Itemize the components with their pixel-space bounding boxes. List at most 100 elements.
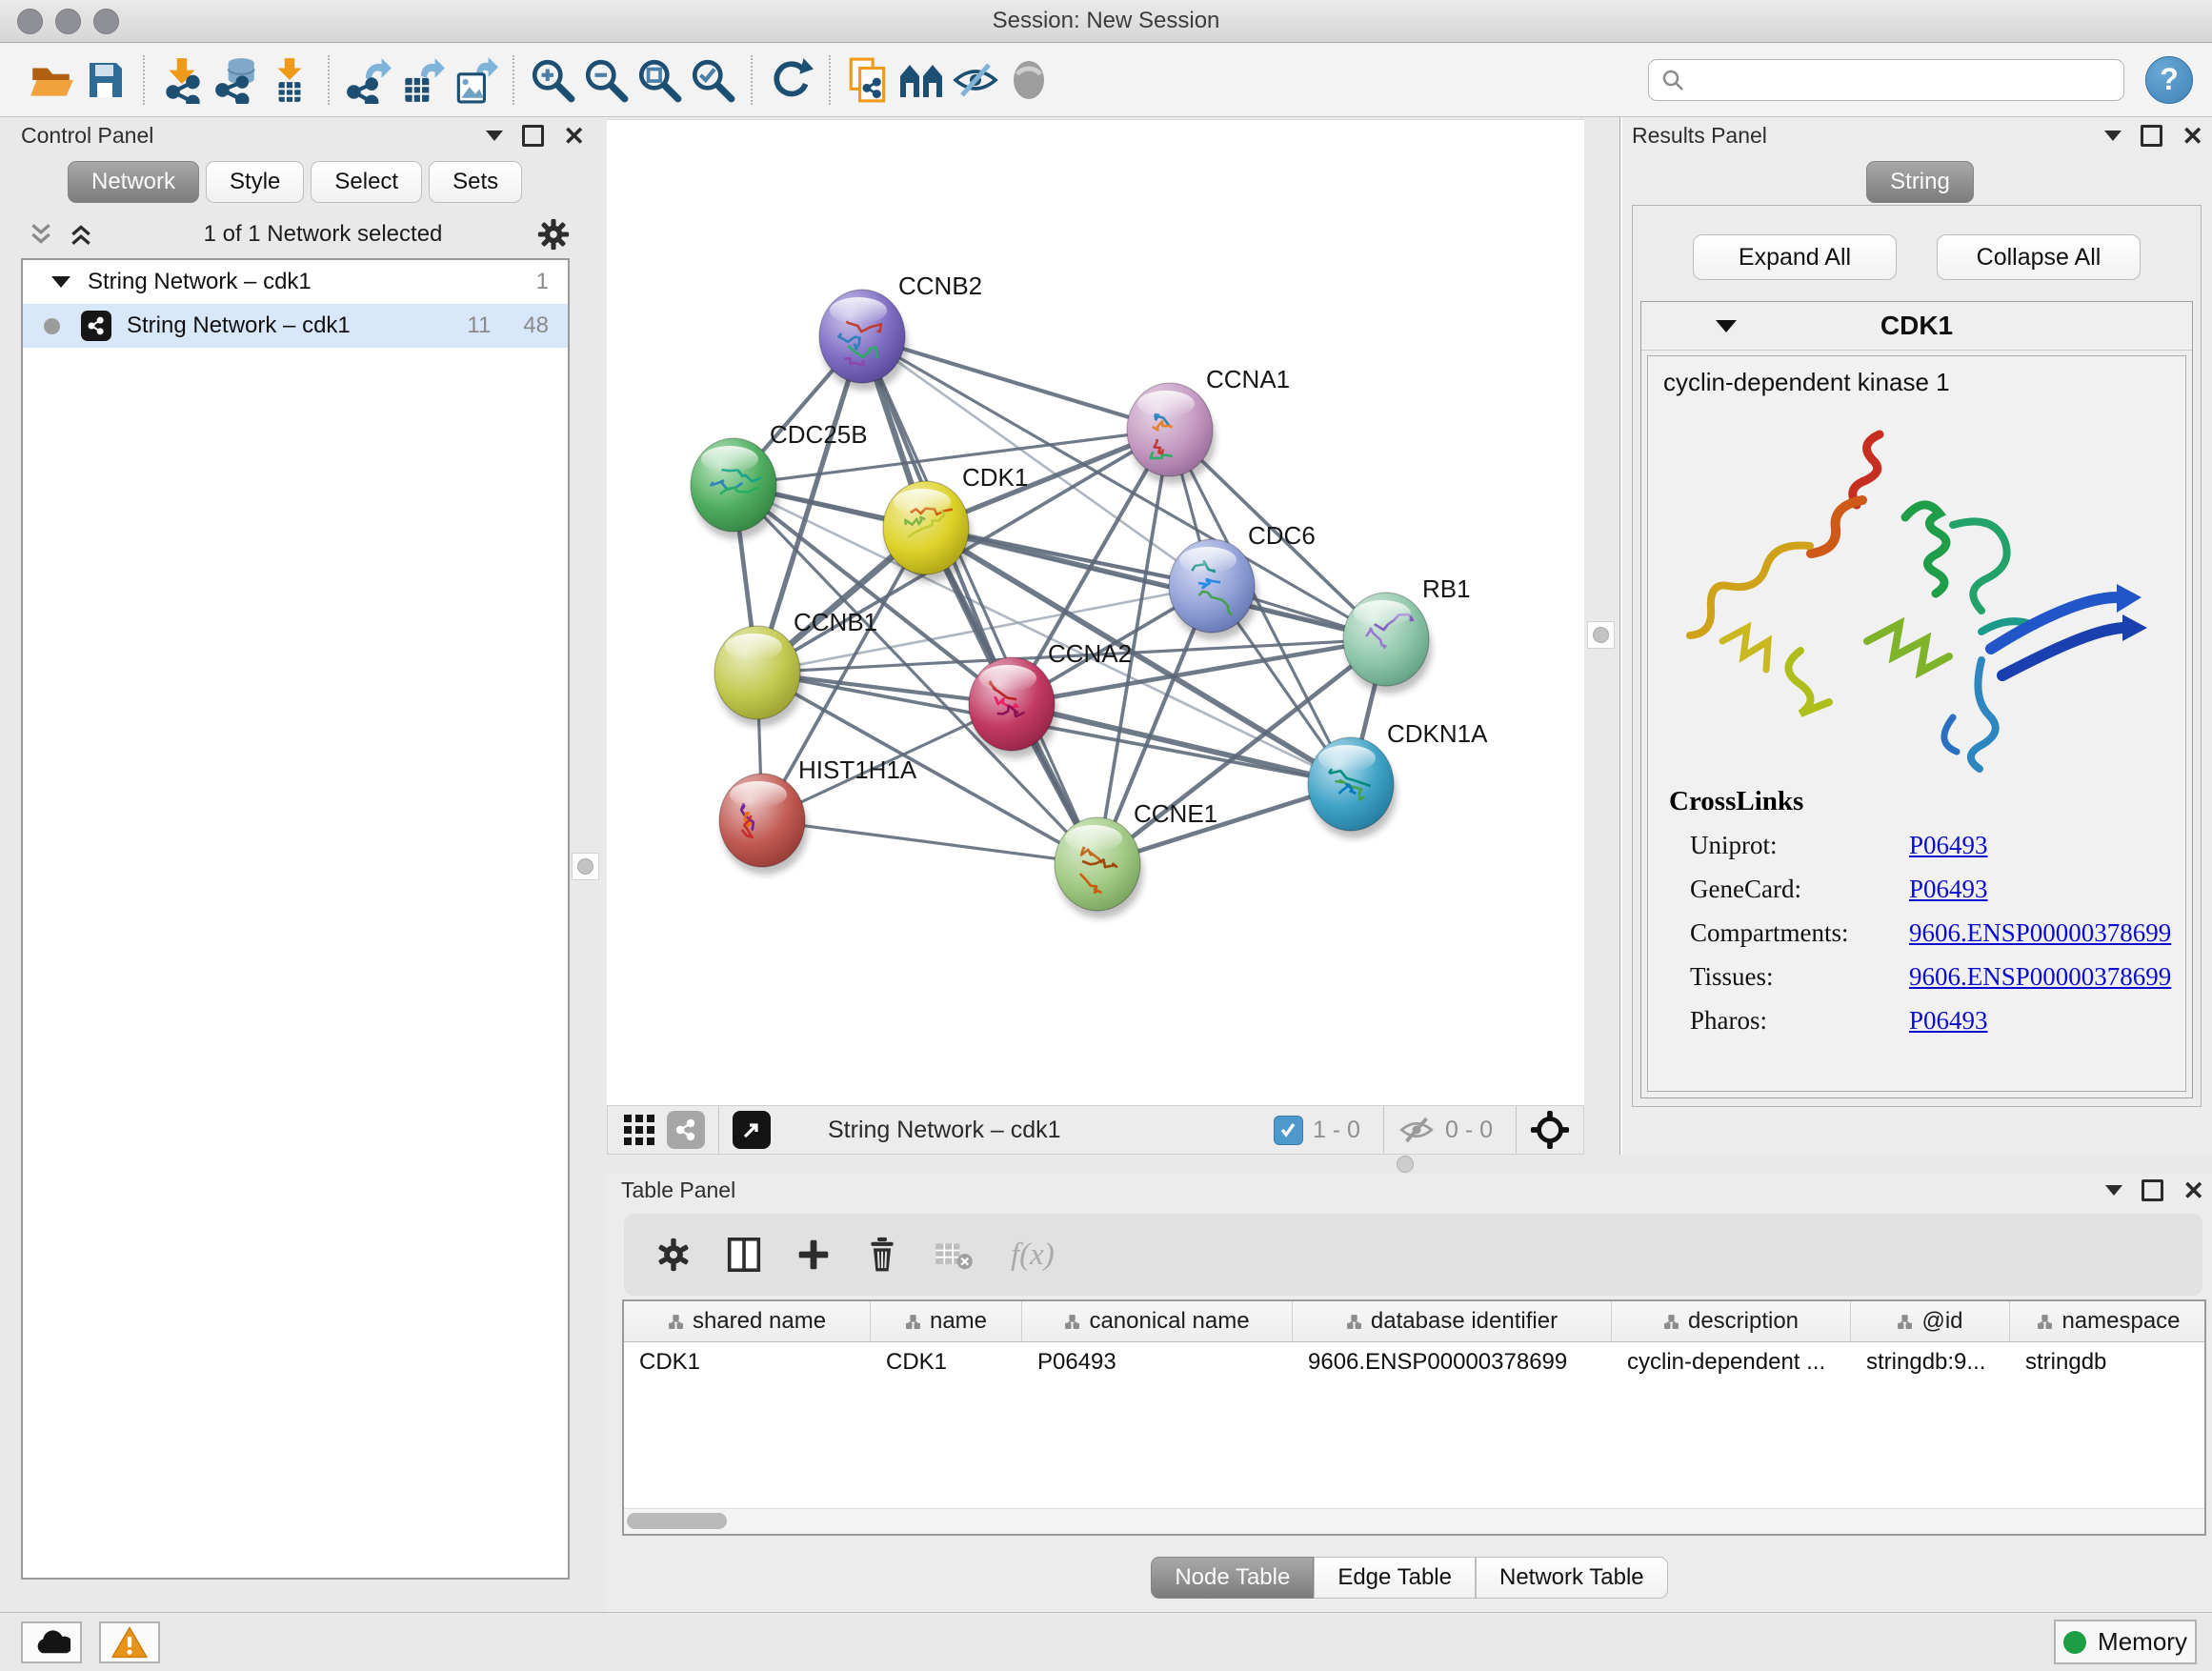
network-collection-row[interactable]: String Network – cdk1 1 xyxy=(23,260,568,304)
column-header--id[interactable]: @id xyxy=(1851,1301,2010,1341)
control-tab-style[interactable]: Style xyxy=(206,161,304,203)
scrollbar-thumb[interactable] xyxy=(627,1513,727,1529)
expand-all-networks-icon[interactable] xyxy=(29,222,53,247)
show-columns-icon[interactable] xyxy=(727,1236,761,1274)
add-column-icon[interactable] xyxy=(797,1238,830,1271)
panel-collapse-icon[interactable] xyxy=(2105,1185,2122,1196)
help-button[interactable]: ? xyxy=(2145,56,2193,104)
network-canvas[interactable]: CCNB2CCNA1CDC25BCDK1CDC6RB1CCNB1CCNA2CDK… xyxy=(607,119,1584,1106)
table-horizontal-scrollbar[interactable] xyxy=(624,1508,2204,1534)
crosslink-link[interactable]: P06493 xyxy=(1909,867,1988,911)
table-cell[interactable]: stringdb:9... xyxy=(1851,1342,2010,1382)
node-CCNE1[interactable]: CCNE1 xyxy=(1055,799,1217,918)
panel-float-icon[interactable] xyxy=(2142,1179,2163,1201)
detach-view-button[interactable] xyxy=(733,1111,771,1149)
column-header-namespace[interactable]: namespace xyxy=(2010,1301,2206,1341)
node-CDC6[interactable]: CDC6 xyxy=(1169,521,1316,640)
gear-icon[interactable] xyxy=(537,218,570,251)
gene-expand-icon[interactable] xyxy=(1716,320,1737,332)
new-network-from-selection-button[interactable] xyxy=(842,53,895,107)
tab-node-table[interactable]: Node Table xyxy=(1151,1557,1314,1599)
collection-expand-icon[interactable] xyxy=(51,276,70,288)
crosslink-link[interactable]: P06493 xyxy=(1909,998,1988,1042)
import-table-from-file-button[interactable] xyxy=(263,53,316,107)
edge-CCNB2-CCNE1[interactable] xyxy=(862,336,1097,864)
control-tab-sets[interactable]: Sets xyxy=(429,161,522,203)
save-session-button[interactable] xyxy=(78,53,131,107)
panel-float-icon[interactable] xyxy=(2141,125,2162,147)
node-CCNB2[interactable]: CCNB2 xyxy=(819,272,982,391)
show-all-button[interactable] xyxy=(1002,53,1056,107)
birds-eye-view-button[interactable] xyxy=(623,1114,655,1146)
network-overview-button[interactable] xyxy=(667,1111,705,1149)
hidden-eye-icon[interactable] xyxy=(1398,1113,1436,1147)
memory-button[interactable]: Memory xyxy=(2054,1620,2197,1664)
open-session-button[interactable] xyxy=(25,53,78,107)
import-network-from-database-button[interactable] xyxy=(210,53,263,107)
right-splitter-handle[interactable] xyxy=(1587,621,1615,649)
tab-network-table[interactable]: Network Table xyxy=(1476,1557,1668,1599)
collapse-all-button[interactable]: Collapse All xyxy=(1937,234,2141,280)
node-RB1[interactable]: RB1 xyxy=(1343,574,1471,694)
refresh-view-button[interactable] xyxy=(764,53,817,107)
export-image-button[interactable] xyxy=(448,53,501,107)
table-cell[interactable]: CDK1 xyxy=(871,1342,1022,1382)
first-neighbors-button[interactable] xyxy=(895,53,949,107)
export-table-button[interactable] xyxy=(394,53,448,107)
table-cell[interactable]: stringdb xyxy=(2010,1342,2206,1382)
warnings-button[interactable] xyxy=(99,1621,160,1663)
crosslink-link[interactable]: 9606.ENSP00000378699 xyxy=(1909,911,2171,955)
tab-edge-table[interactable]: Edge Table xyxy=(1314,1557,1476,1599)
control-tab-network[interactable]: Network xyxy=(68,161,199,203)
node-HIST1H1A[interactable]: HIST1H1A xyxy=(719,755,917,875)
panel-collapse-icon[interactable] xyxy=(486,131,503,141)
center-view-button[interactable] xyxy=(1530,1110,1570,1150)
panel-close-icon[interactable]: ✕ xyxy=(563,127,585,146)
column-header-name[interactable]: name xyxy=(871,1301,1022,1341)
collapse-all-networks-icon[interactable] xyxy=(69,222,93,247)
panel-collapse-icon[interactable] xyxy=(2104,131,2122,141)
table-cell[interactable]: P06493 xyxy=(1022,1342,1293,1382)
search-field[interactable] xyxy=(1648,59,2124,101)
hide-selected-button[interactable] xyxy=(949,53,1002,107)
splitter-handle[interactable] xyxy=(1397,1156,1414,1173)
export-network-button[interactable] xyxy=(341,53,394,107)
table-cell[interactable]: 9606.ENSP00000378699 xyxy=(1293,1342,1612,1382)
crosslink-link[interactable]: P06493 xyxy=(1909,823,1988,867)
edge-CDK1-RB1[interactable] xyxy=(926,528,1386,639)
network-graph[interactable]: CCNB2CCNA1CDC25BCDK1CDC6RB1CCNB1CCNA2CDK… xyxy=(607,120,1584,1106)
table-row[interactable]: CDK1CDK1P064939606.ENSP00000378699cyclin… xyxy=(624,1342,2204,1382)
horizontal-splitter[interactable] xyxy=(598,1155,2212,1174)
zoom-in-button[interactable] xyxy=(526,53,579,107)
zoom-selected-button[interactable] xyxy=(686,53,739,107)
edge-CCNB2-CCNA1[interactable] xyxy=(862,336,1170,430)
zoom-out-button[interactable] xyxy=(579,53,633,107)
control-tab-select[interactable]: Select xyxy=(311,161,422,203)
column-header-canonical-name[interactable]: canonical name xyxy=(1022,1301,1293,1341)
node-CDK1[interactable]: CDK1 xyxy=(883,463,1028,582)
zoom-fit-button[interactable] xyxy=(633,53,686,107)
search-input[interactable] xyxy=(1693,66,2112,94)
node-CDKN1A[interactable]: CDKN1A xyxy=(1308,719,1488,838)
panel-close-icon[interactable]: ✕ xyxy=(2182,1181,2204,1200)
column-header-database-identifier[interactable]: database identifier xyxy=(1293,1301,1612,1341)
delete-column-icon[interactable] xyxy=(866,1237,898,1273)
left-splitter-handle[interactable] xyxy=(572,853,599,880)
column-header-description[interactable]: description xyxy=(1612,1301,1851,1341)
table-cell[interactable]: CDK1 xyxy=(624,1342,871,1382)
network-row-selected[interactable]: String Network – cdk1 11 48 xyxy=(23,304,568,348)
tab-string[interactable]: String xyxy=(1866,161,1974,203)
crosslink-link[interactable]: 9606.ENSP00000378699 xyxy=(1909,955,2171,998)
import-network-from-file-button[interactable] xyxy=(156,53,210,107)
table-options-gear-icon[interactable] xyxy=(656,1238,691,1272)
panel-float-icon[interactable] xyxy=(522,125,544,147)
gene-header-row[interactable]: CDK1 xyxy=(1641,302,2192,351)
selected-nodes-checkbox[interactable] xyxy=(1274,1116,1303,1145)
edge-HIST1H1A-CCNE1[interactable] xyxy=(762,820,1097,864)
cloud-status-button[interactable] xyxy=(21,1621,82,1663)
edge-CCNA2-CDKN1A[interactable] xyxy=(1012,704,1351,784)
expand-all-button[interactable]: Expand All xyxy=(1693,234,1897,280)
table-cell[interactable]: cyclin-dependent ... xyxy=(1612,1342,1851,1382)
panel-close-icon[interactable]: ✕ xyxy=(2182,127,2203,146)
column-header-shared-name[interactable]: shared name xyxy=(624,1301,871,1341)
